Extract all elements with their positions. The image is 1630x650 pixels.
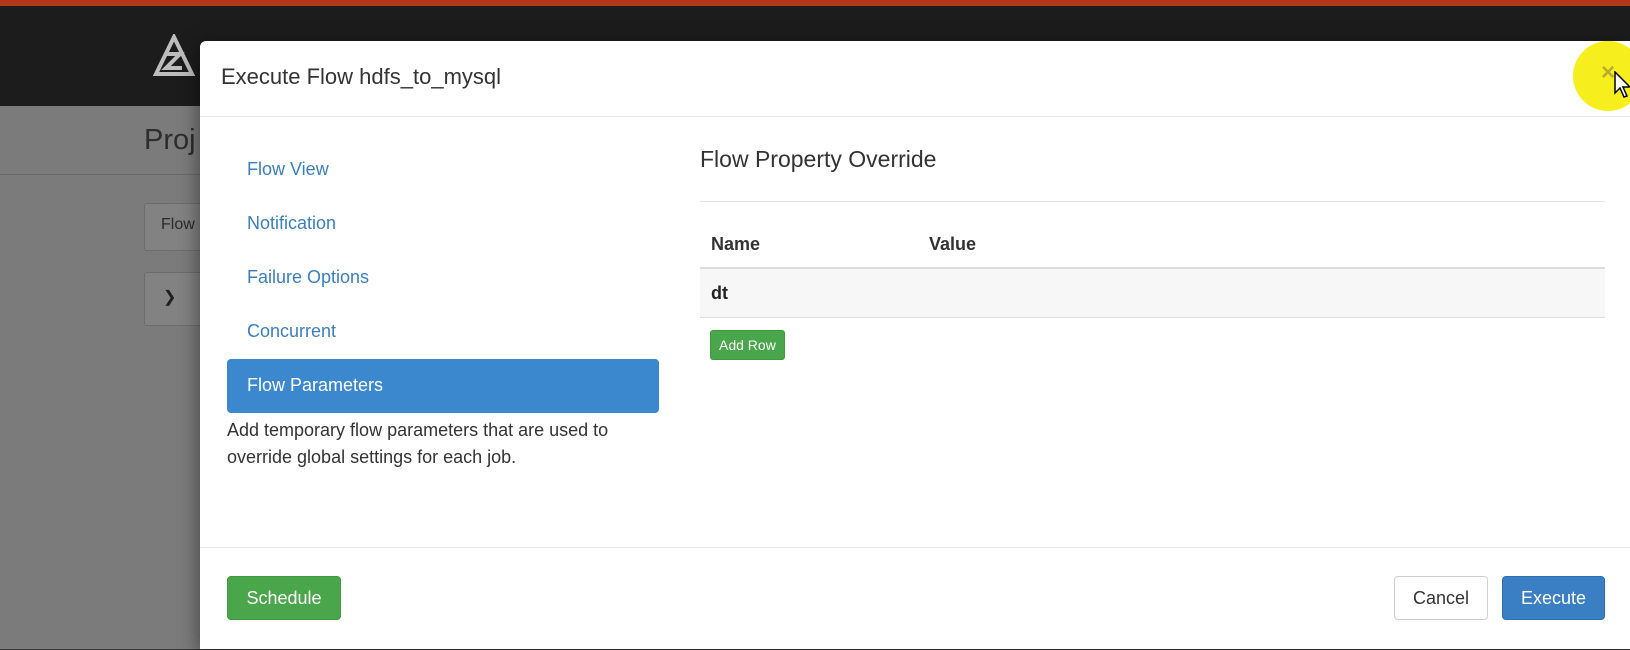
- table-row[interactable]: dt: [700, 268, 1605, 318]
- nav-help-text: Add temporary flow parameters that are u…: [227, 420, 609, 467]
- nav-item-notification[interactable]: Notification: [227, 197, 659, 251]
- modal-header: Execute Flow hdfs_to_mysql ×: [200, 41, 1630, 117]
- modal-title: Execute Flow hdfs_to_mysql: [221, 64, 502, 89]
- column-header-name: Name: [700, 220, 918, 269]
- property-value-cell[interactable]: [918, 268, 1605, 318]
- add-row-button[interactable]: Add Row: [710, 330, 785, 360]
- flow-properties-table: Name Value dt: [700, 220, 1605, 318]
- modal-side-nav: Flow View Notification Failure Options C…: [227, 143, 659, 471]
- modal-footer: Schedule Cancel Execute: [200, 547, 1630, 650]
- nav-item-concurrent[interactable]: Concurrent: [227, 305, 659, 359]
- background-page-title: Proj: [144, 124, 196, 156]
- flow-property-override-section: Flow Property Override Name Value dt Add…: [700, 146, 1605, 360]
- execute-flow-modal: Execute Flow hdfs_to_mysql × Flow View N…: [200, 41, 1630, 649]
- cancel-button[interactable]: Cancel: [1394, 576, 1488, 620]
- mouse-cursor-icon: [1614, 71, 1630, 98]
- property-name-cell[interactable]: dt: [700, 268, 918, 318]
- app-logo-icon: [152, 34, 196, 76]
- chevron-down-icon: ❯: [163, 289, 177, 306]
- column-header-value: Value: [918, 220, 1605, 269]
- nav-item-flow-view[interactable]: Flow View: [227, 143, 659, 197]
- section-title: Flow Property Override: [700, 146, 1605, 202]
- execute-button[interactable]: Execute: [1502, 576, 1605, 620]
- background-tab-label: Flow: [161, 216, 195, 233]
- schedule-button[interactable]: Schedule: [227, 576, 341, 620]
- nav-item-failure-options[interactable]: Failure Options: [227, 251, 659, 305]
- nav-item-flow-parameters[interactable]: Flow Parameters: [227, 359, 659, 413]
- table-header-row: Name Value: [700, 220, 1605, 269]
